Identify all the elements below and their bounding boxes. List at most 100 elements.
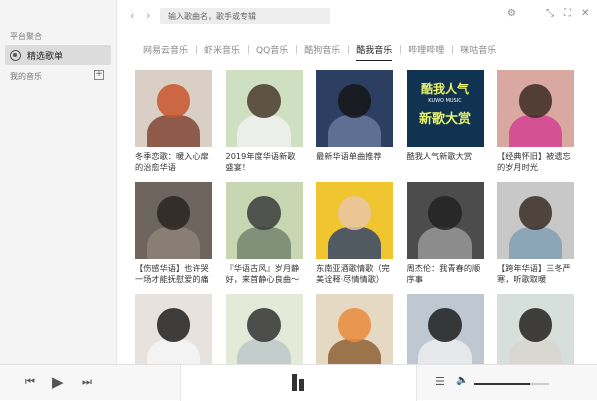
playlist-title[interactable]: 周杰伦：我青春的顺序事	[407, 263, 484, 285]
playlist-card[interactable]	[135, 294, 212, 364]
playlist-cover[interactable]	[135, 70, 212, 147]
cover-text-brand: KUWO MUSIC	[428, 98, 462, 104]
cover-figure-head	[518, 307, 553, 342]
back-button[interactable]: ‹	[130, 9, 134, 22]
search-input[interactable]	[160, 8, 330, 24]
playlist-title[interactable]: 2019年度华语新歌盛宴！	[226, 151, 303, 173]
source-tabs: 网易云音乐 虾米音乐 QQ音乐 酷狗音乐 酷我音乐 哔哩哔哩 咪咕音乐	[135, 40, 575, 61]
sidebar-section-my-music: 我的音乐	[10, 72, 42, 81]
playlist-card[interactable]: 周杰伦：我青春的顺序事	[406, 182, 484, 285]
cover-figure-head	[337, 195, 372, 230]
playlist-cover[interactable]	[497, 294, 574, 364]
playlist-card[interactable]	[497, 294, 574, 364]
tab-0[interactable]: 网易云音乐	[135, 43, 196, 56]
close-icon[interactable]: ✕	[581, 8, 589, 19]
playlist-title[interactable]: 『华语古风』岁月静好，来首静心良曲～	[226, 263, 303, 285]
cover-text-top: 酷我人气	[420, 82, 469, 96]
sidebar-section-platform: 平台聚合	[10, 32, 42, 41]
playlist-card[interactable]	[316, 294, 393, 364]
cover-figure	[327, 338, 382, 364]
cover-figure-head	[337, 307, 372, 342]
playlist-card[interactable]: 最新华语单曲推荐	[316, 70, 393, 173]
playlist-cover[interactable]: 酷我人气 KUWO MUSIC 新歌大赏	[406, 70, 484, 147]
cover-figure-head	[428, 307, 462, 342]
maximize-icon[interactable]: ⛶	[564, 8, 571, 19]
playlist-cover[interactable]	[316, 182, 393, 259]
add-playlist-button[interactable]: +	[94, 70, 104, 80]
playlist-cover[interactable]	[406, 182, 484, 259]
forward-button[interactable]: ›	[146, 9, 150, 22]
cover-figure	[508, 114, 563, 147]
playlist-card[interactable]: 东南亚酒歌情歌（完美诠释·尽情情歌）	[316, 182, 393, 285]
next-button[interactable]: ⏭	[82, 375, 92, 389]
cover-figure	[237, 338, 291, 364]
cover-figure	[327, 114, 382, 147]
cover-figure	[146, 114, 201, 147]
playlist-title[interactable]: 最新华语单曲推荐	[316, 151, 393, 173]
collapse-icon[interactable]: ⤡	[546, 8, 554, 19]
tab-6[interactable]: 咪咕音乐	[452, 43, 504, 56]
cover-figure-head	[518, 195, 553, 230]
playlist-cover[interactable]	[497, 70, 574, 147]
play-button[interactable]: ▶	[52, 373, 64, 391]
playlist-grid: 冬季恋歌：暖入心扉的治愈华语 2019年度华语新歌盛宴！ 最新华语单曲推荐 酷我人气 K…	[135, 70, 575, 364]
playlist-cover[interactable]	[225, 70, 303, 147]
playlist-cover[interactable]	[135, 182, 212, 259]
cover-figure	[146, 226, 201, 259]
tab-2[interactable]: QQ音乐	[248, 43, 296, 56]
playlist-card[interactable]: 酷我人气 KUWO MUSIC 新歌大赏酷我人气新歌大赏	[406, 70, 484, 173]
cover-figure-head	[518, 83, 553, 118]
playlist-cover[interactable]	[225, 294, 303, 364]
sidebar: 平台聚合 精选歌单 我的音乐 +	[0, 0, 117, 364]
cover-figure-head	[247, 307, 281, 342]
playlist-cover[interactable]	[316, 294, 393, 364]
tab-4[interactable]: 酷我音乐	[348, 43, 400, 61]
cover-figure	[508, 338, 563, 364]
playlist-title[interactable]: 冬季恋歌：暖入心扉的治愈华语	[135, 151, 212, 173]
sidebar-item-label: 精选歌单	[27, 51, 64, 62]
playlist-card[interactable]: 【伤感华语】也许哭一场才能抚慰爱的痛	[135, 182, 212, 285]
playlist-title[interactable]: 东南亚酒歌情歌（完美诠释·尽情情歌）	[316, 263, 393, 285]
gear-icon[interactable]: ⚙	[507, 8, 516, 19]
tab-5[interactable]: 哔哩哔哩	[400, 43, 452, 56]
cover-figure	[418, 338, 472, 364]
cover-figure-head	[156, 307, 191, 342]
topbar: ‹ › ⚙ ⤡ ⛶ ✕	[118, 0, 597, 32]
playlist-title[interactable]: 【伤感华语】也许哭一场才能抚慰爱的痛	[135, 263, 212, 285]
cover-figure	[418, 226, 472, 259]
playlist-title[interactable]: 【跨年华语】三冬严寒，听歌取暖	[497, 263, 574, 285]
playlist-card[interactable]: 【经典怀旧】被遗忘的岁月时光	[497, 70, 574, 173]
playlist-cover[interactable]	[135, 294, 212, 364]
tab-1[interactable]: 虾米音乐	[196, 43, 248, 56]
cover-figure	[146, 338, 201, 364]
cover-figure	[508, 226, 563, 259]
disc-icon	[10, 49, 21, 61]
playlist-cover[interactable]	[225, 182, 303, 259]
playlist-cover[interactable]	[497, 182, 574, 259]
volume-icon[interactable]: 🔈	[456, 375, 468, 386]
playlist-cover[interactable]	[316, 70, 393, 147]
volume-slider[interactable]	[474, 383, 549, 385]
previous-button[interactable]: ⏮	[25, 375, 35, 389]
cover-figure-head	[247, 195, 281, 230]
playlist-card[interactable]	[406, 294, 484, 364]
cover-figure	[237, 226, 291, 259]
playlist-cover[interactable]	[406, 294, 484, 364]
playlist-card[interactable]: 2019年度华语新歌盛宴！	[225, 70, 303, 173]
playlist-card[interactable]: 『华语古风』岁月静好，来首静心良曲～	[225, 182, 303, 285]
volume-level	[474, 383, 531, 385]
player-bar: ⏮ ▶ ⏭ ☰ 🔈	[0, 364, 597, 401]
sidebar-item-featured-playlists[interactable]: 精选歌单	[5, 45, 111, 65]
cover-text-bottom: 新歌大赏	[418, 112, 471, 127]
cover-figure-head	[156, 195, 191, 230]
playlist-card[interactable]	[225, 294, 303, 364]
tab-3[interactable]: 酷狗音乐	[296, 43, 348, 56]
playlist-icon[interactable]: ☰	[435, 375, 445, 388]
playlist-card[interactable]: 冬季恋歌：暖入心扉的治愈华语	[135, 70, 212, 173]
cover-figure	[237, 114, 291, 147]
cover-figure-head	[247, 83, 281, 118]
playlist-title[interactable]: 【经典怀旧】被遗忘的岁月时光	[497, 151, 574, 173]
playlist-card[interactable]: 【跨年华语】三冬严寒，听歌取暖	[497, 182, 574, 285]
cover-figure-head	[337, 83, 372, 118]
playlist-title[interactable]: 酷我人气新歌大赏	[407, 151, 484, 173]
